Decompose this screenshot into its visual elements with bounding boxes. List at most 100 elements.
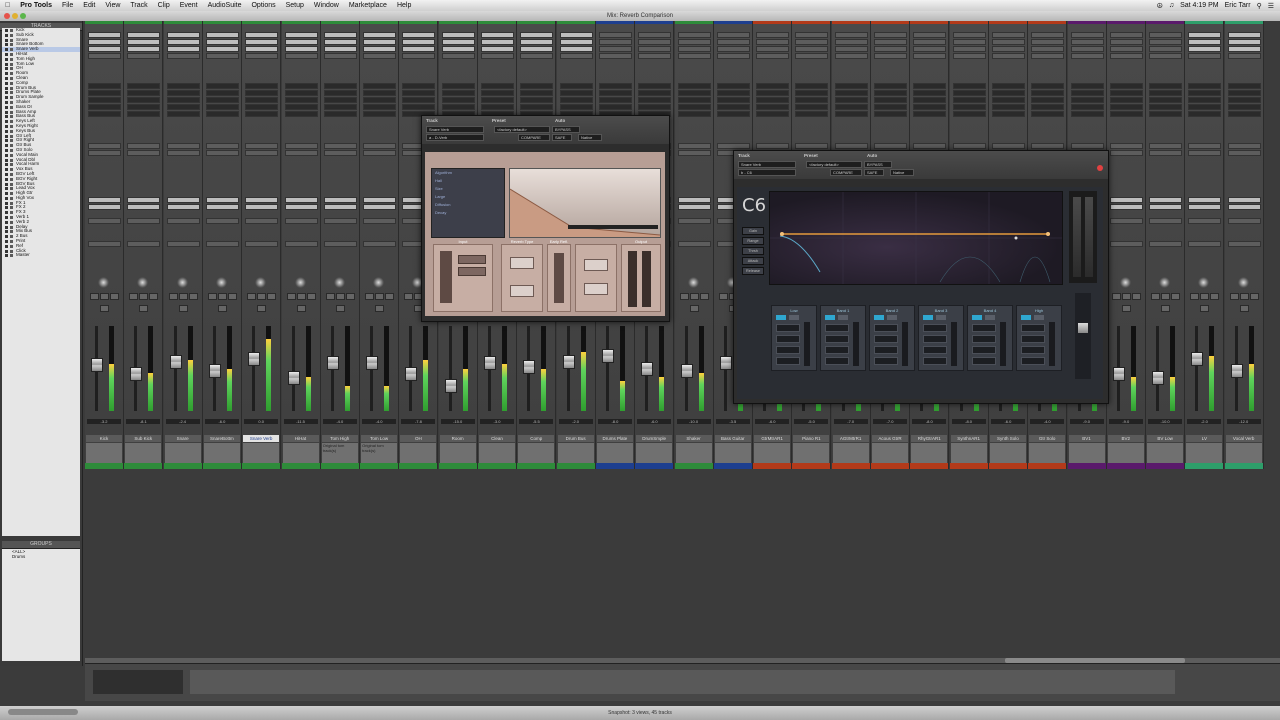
show-hide-icon[interactable] bbox=[5, 110, 8, 114]
insert-slot[interactable] bbox=[127, 97, 161, 103]
insert-slot[interactable] bbox=[520, 90, 554, 96]
solo-button[interactable] bbox=[1190, 293, 1200, 300]
volume-fader[interactable] bbox=[287, 371, 300, 385]
dverb-decay-knob[interactable] bbox=[510, 285, 534, 297]
list-icon[interactable]: ☰ bbox=[1268, 2, 1274, 10]
show-hide-icon[interactable] bbox=[5, 72, 8, 76]
show-hide-icon[interactable] bbox=[5, 57, 8, 61]
show-hide-icon[interactable] bbox=[5, 43, 8, 47]
automation-mode[interactable] bbox=[1109, 218, 1143, 224]
c6-band-bypass-button[interactable] bbox=[985, 315, 995, 320]
insert-slot[interactable] bbox=[363, 39, 397, 45]
volume-readout[interactable]: -7.0 bbox=[833, 419, 868, 424]
insert-slot[interactable] bbox=[559, 53, 593, 59]
c6-band-param[interactable] bbox=[972, 324, 996, 332]
input-selector[interactable] bbox=[284, 197, 318, 203]
insert-slot[interactable] bbox=[874, 90, 907, 96]
record-button[interactable] bbox=[1249, 293, 1259, 300]
insert-slot[interactable] bbox=[1109, 46, 1143, 52]
send-slot[interactable] bbox=[795, 143, 829, 149]
insert-slot[interactable] bbox=[245, 83, 279, 89]
track-comment[interactable] bbox=[557, 443, 594, 463]
dverb-predelay-knob[interactable] bbox=[584, 259, 608, 271]
insert-slot[interactable] bbox=[913, 53, 947, 59]
automation-mode[interactable] bbox=[323, 218, 357, 224]
insert-slot[interactable] bbox=[245, 32, 279, 38]
group-selector[interactable] bbox=[245, 241, 279, 247]
insert-slot[interactable] bbox=[1109, 104, 1143, 110]
insert-slot[interactable] bbox=[1031, 83, 1065, 89]
insert-slot[interactable] bbox=[834, 46, 868, 52]
insert-slot[interactable] bbox=[88, 111, 121, 117]
show-hide-icon[interactable] bbox=[5, 91, 8, 95]
show-hide-icon[interactable] bbox=[5, 254, 8, 258]
automation-mode[interactable] bbox=[166, 218, 200, 224]
pan-knob[interactable] bbox=[1119, 277, 1131, 288]
track-comment[interactable] bbox=[439, 443, 476, 463]
insert-slot[interactable] bbox=[166, 97, 200, 103]
insert-slot[interactable] bbox=[834, 90, 868, 96]
input-monitor-button[interactable] bbox=[1239, 305, 1249, 312]
insert-slot[interactable] bbox=[874, 111, 907, 117]
volume-fader[interactable] bbox=[562, 354, 575, 369]
mute-button[interactable] bbox=[217, 293, 227, 300]
c6-band-bypass-button[interactable] bbox=[789, 315, 799, 320]
group-selector[interactable] bbox=[1227, 241, 1261, 247]
record-button[interactable] bbox=[385, 293, 395, 300]
insert-slot[interactable] bbox=[913, 46, 947, 52]
insert-slot[interactable] bbox=[638, 46, 672, 52]
track-name[interactable]: Drum Bus bbox=[557, 435, 594, 442]
insert-slot[interactable] bbox=[991, 32, 1025, 38]
track-name[interactable]: Bass Guitar bbox=[714, 435, 751, 442]
input-monitor-button[interactable] bbox=[217, 305, 227, 312]
mute-button[interactable] bbox=[1239, 293, 1249, 300]
track-name[interactable]: AGtrMtrR1 bbox=[832, 435, 869, 442]
insert-slot[interactable] bbox=[756, 32, 790, 38]
show-hide-icon[interactable] bbox=[5, 148, 8, 152]
solo-button[interactable] bbox=[129, 293, 139, 300]
volume-fader[interactable] bbox=[444, 378, 457, 393]
show-hide-icon[interactable] bbox=[5, 76, 8, 80]
output-selector[interactable] bbox=[1227, 204, 1261, 210]
c6-band-param[interactable] bbox=[1021, 357, 1045, 365]
insert-slot[interactable] bbox=[205, 97, 239, 103]
insert-slot[interactable] bbox=[441, 97, 475, 103]
dverb-bypass-button[interactable]: BYPASS bbox=[552, 126, 580, 133]
group-list[interactable]: <ALL> Drums bbox=[2, 549, 80, 661]
track-comment[interactable] bbox=[243, 443, 280, 463]
insert-slot[interactable] bbox=[1227, 46, 1261, 52]
show-hide-icon[interactable] bbox=[5, 81, 8, 85]
insert-slot[interactable] bbox=[913, 97, 947, 103]
insert-slot[interactable] bbox=[441, 32, 475, 38]
input-selector[interactable] bbox=[205, 197, 239, 203]
track-name[interactable]: BV Low bbox=[1147, 435, 1184, 442]
insert-slot[interactable] bbox=[166, 111, 200, 117]
group-selector[interactable] bbox=[1149, 241, 1183, 247]
menu-track[interactable]: Track bbox=[125, 2, 152, 9]
insert-slot[interactable] bbox=[402, 53, 436, 59]
send-slot[interactable] bbox=[1109, 150, 1143, 156]
track-comment[interactable] bbox=[1068, 443, 1105, 463]
narrow-mix-view[interactable] bbox=[93, 670, 183, 694]
dverb-preset-select[interactable]: <factory default> bbox=[494, 126, 550, 133]
volume-readout[interactable]: -11.5 bbox=[283, 419, 318, 424]
insert-slot[interactable] bbox=[913, 83, 947, 89]
insert-slot[interactable] bbox=[952, 104, 986, 110]
c6-band-solo-button[interactable] bbox=[825, 315, 835, 320]
insert-slot[interactable] bbox=[1031, 97, 1065, 103]
insert-slot[interactable] bbox=[952, 32, 986, 38]
insert-slot[interactable] bbox=[323, 53, 357, 59]
insert-slot[interactable] bbox=[638, 39, 672, 45]
send-slot[interactable] bbox=[716, 143, 750, 149]
volume-readout[interactable]: -8.0 bbox=[912, 419, 947, 424]
insert-slot[interactable] bbox=[402, 46, 436, 52]
insert-slot[interactable] bbox=[874, 39, 907, 45]
zoom-slider[interactable] bbox=[8, 709, 78, 715]
track-name[interactable]: Comp bbox=[518, 435, 555, 442]
insert-slot[interactable] bbox=[598, 32, 632, 38]
c6-band-param[interactable] bbox=[923, 335, 947, 343]
insert-slot[interactable] bbox=[1188, 32, 1222, 38]
mixer-overview-strip[interactable] bbox=[190, 670, 1175, 694]
send-slot[interactable] bbox=[363, 143, 397, 149]
c6-band-param[interactable] bbox=[776, 346, 800, 354]
